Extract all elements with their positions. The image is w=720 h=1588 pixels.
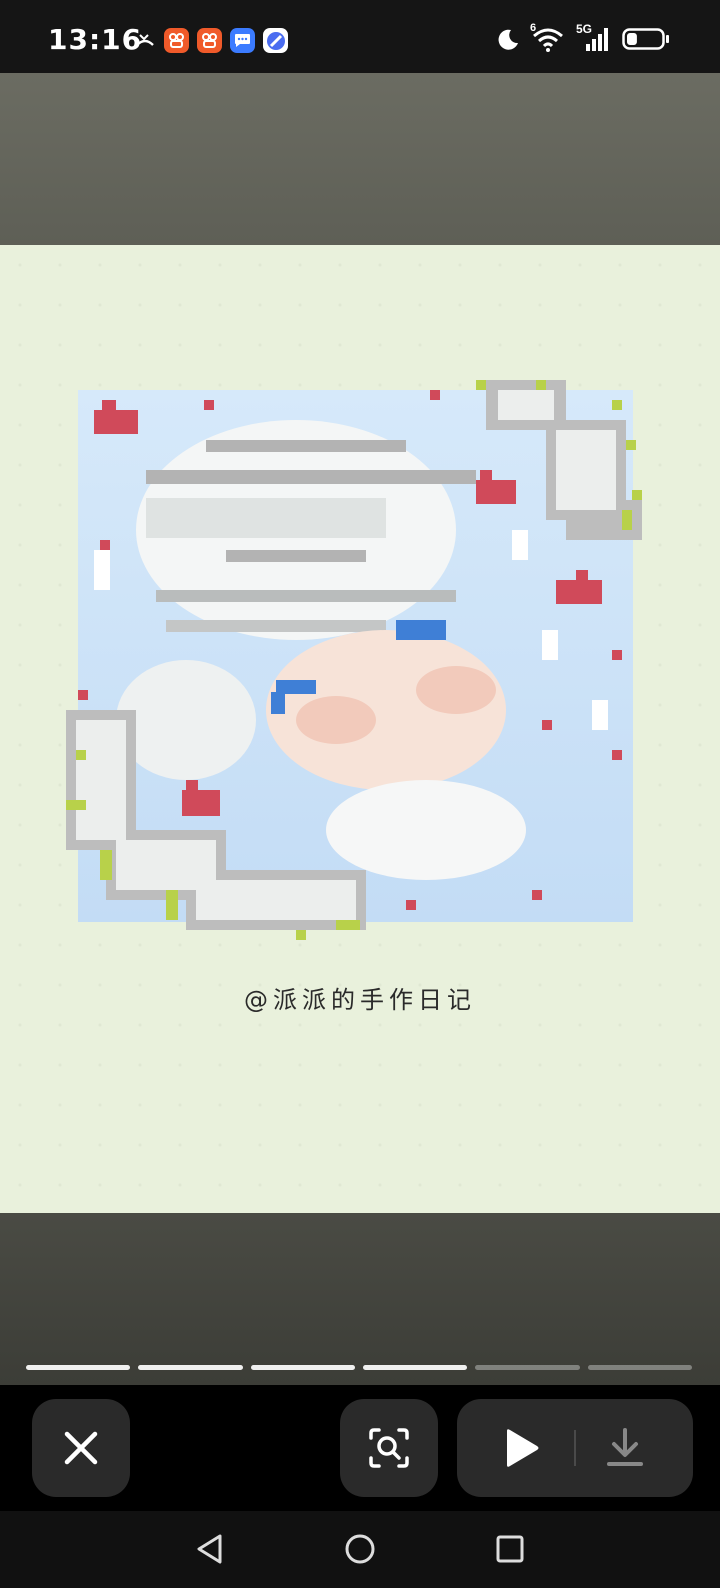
notification-icons bbox=[134, 28, 288, 53]
visual-search-button[interactable] bbox=[340, 1399, 438, 1497]
story-image[interactable]: @派派的手作日记 bbox=[0, 245, 720, 1213]
download-icon bbox=[607, 1428, 643, 1466]
moon-icon bbox=[498, 29, 518, 50]
progress-segment bbox=[475, 1365, 580, 1370]
back-triangle-icon bbox=[197, 1534, 222, 1564]
download-button[interactable] bbox=[605, 1426, 645, 1473]
media-controls bbox=[457, 1399, 693, 1497]
app-notification-icon bbox=[197, 28, 222, 53]
navigation-bar bbox=[0, 1511, 720, 1588]
message-app-icon bbox=[230, 28, 255, 53]
progress-segment bbox=[250, 1365, 355, 1370]
network-type-label: 5G bbox=[576, 22, 593, 36]
pixel-art-illustration bbox=[66, 380, 652, 945]
image-caption: @派派的手作日记 bbox=[244, 986, 476, 1014]
cellular-signal-icon: 5G bbox=[576, 22, 612, 52]
status-time: 13:16 bbox=[48, 23, 143, 56]
play-button[interactable] bbox=[501, 1427, 541, 1474]
battery-icon bbox=[622, 28, 669, 50]
home-circle-icon bbox=[345, 1534, 375, 1564]
close-icon bbox=[64, 1431, 98, 1465]
viewer-background-bottom bbox=[0, 1213, 720, 1385]
control-divider bbox=[574, 1430, 576, 1466]
status-bar: 13:16 6 5G bbox=[0, 0, 720, 73]
close-button[interactable] bbox=[32, 1399, 130, 1497]
progress-segment bbox=[26, 1365, 131, 1370]
progress-segment bbox=[587, 1365, 692, 1370]
browser-app-icon bbox=[263, 28, 288, 53]
nav-back-button[interactable] bbox=[190, 1529, 230, 1569]
nav-recents-button[interactable] bbox=[490, 1529, 530, 1569]
viewer-background-top bbox=[0, 73, 720, 245]
story-progress-bar bbox=[26, 1365, 692, 1371]
progress-segment bbox=[138, 1365, 243, 1370]
app-notification-icon bbox=[164, 28, 189, 53]
control-bar bbox=[0, 1385, 720, 1511]
progress-segment bbox=[362, 1365, 468, 1370]
recents-square-icon bbox=[496, 1535, 524, 1563]
nav-home-button[interactable] bbox=[340, 1529, 380, 1569]
wifi-icon: 6 bbox=[530, 22, 566, 52]
wifi-badge: 6 bbox=[530, 22, 537, 34]
visual-search-icon bbox=[369, 1428, 409, 1468]
play-icon bbox=[507, 1429, 539, 1467]
status-right: 6 5G bbox=[496, 22, 670, 52]
missed-call-icon bbox=[136, 33, 154, 46]
